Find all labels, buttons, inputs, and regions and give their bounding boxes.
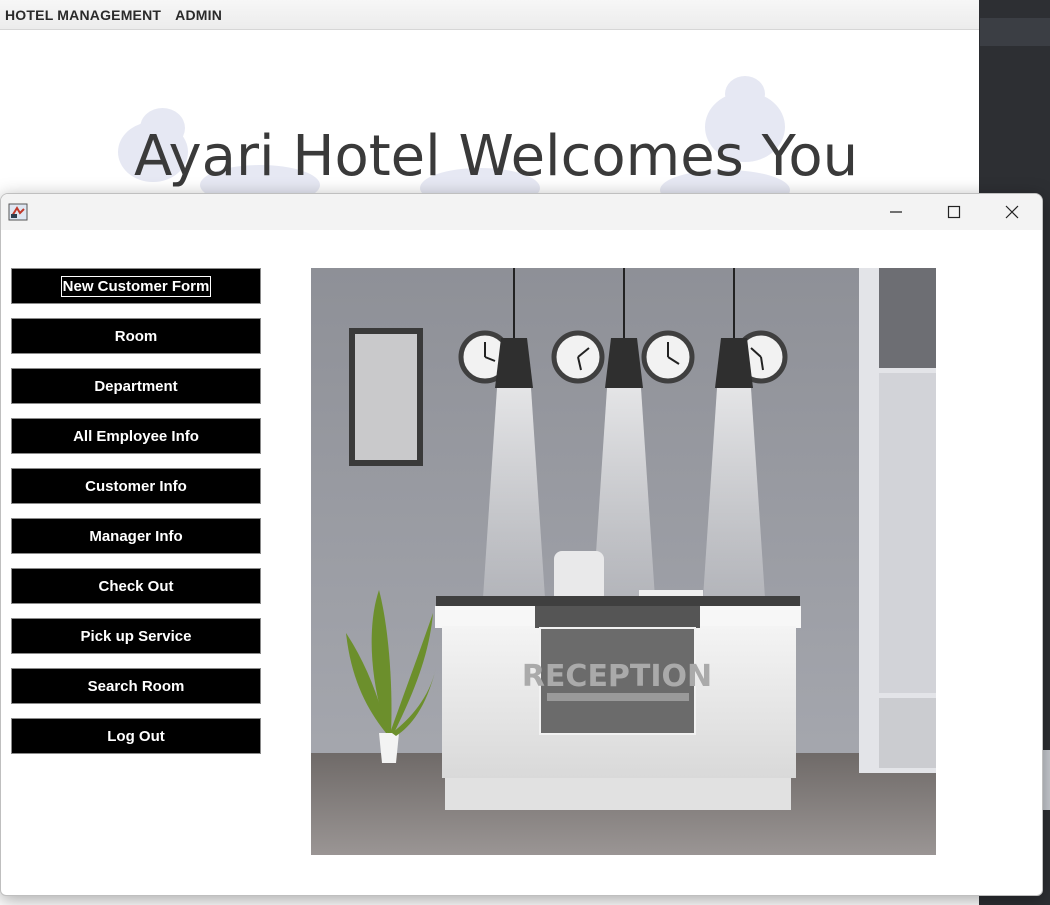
button-label: Search Room	[87, 677, 185, 695]
reception-dialog: New Customer Form Room Department All Em…	[0, 193, 1043, 896]
close-icon	[1005, 205, 1019, 219]
customer-info-button[interactable]: Customer Info	[11, 468, 261, 504]
menu-hotel-management[interactable]: HOTEL MANAGEMENT	[5, 7, 161, 23]
button-label: New Customer Form	[60, 275, 212, 297]
minimize-icon	[890, 211, 902, 213]
button-label: Log Out	[107, 727, 165, 745]
check-out-button[interactable]: Check Out	[11, 568, 261, 604]
pick-up-service-button[interactable]: Pick up Service	[11, 618, 261, 654]
dialog-titlebar[interactable]	[1, 194, 1042, 230]
new-customer-form-button[interactable]: New Customer Form	[11, 268, 261, 304]
manager-info-button[interactable]: Manager Info	[11, 518, 261, 554]
button-label: Department	[94, 377, 178, 395]
menu-bar: HOTEL MANAGEMENT ADMIN	[0, 0, 979, 30]
department-button[interactable]: Department	[11, 368, 261, 404]
search-room-button[interactable]: Search Room	[11, 668, 261, 704]
minimize-button[interactable]	[867, 194, 925, 230]
java-app-icon	[8, 203, 28, 221]
close-button[interactable]	[983, 194, 1041, 230]
menu-admin[interactable]: ADMIN	[175, 7, 222, 23]
button-label: Check Out	[98, 577, 174, 595]
maximize-button[interactable]	[925, 194, 983, 230]
desktop-taskbar-strip	[980, 18, 1050, 46]
reception-sign-text: RECEPTION	[522, 659, 712, 694]
room-button[interactable]: Room	[11, 318, 261, 354]
reception-image: RECEPTION	[311, 268, 936, 855]
log-out-button[interactable]: Log Out	[11, 718, 261, 754]
button-label: Room	[114, 327, 158, 345]
welcome-heading: Ayari Hotel Welcomes You	[134, 124, 859, 189]
maximize-icon	[947, 205, 961, 219]
button-label: Customer Info	[85, 477, 187, 495]
all-employee-info-button[interactable]: All Employee Info	[11, 418, 261, 454]
button-label: All Employee Info	[73, 427, 199, 445]
button-label: Manager Info	[89, 527, 183, 545]
cloud-decoration	[725, 76, 765, 112]
button-label: Pick up Service	[80, 627, 192, 645]
